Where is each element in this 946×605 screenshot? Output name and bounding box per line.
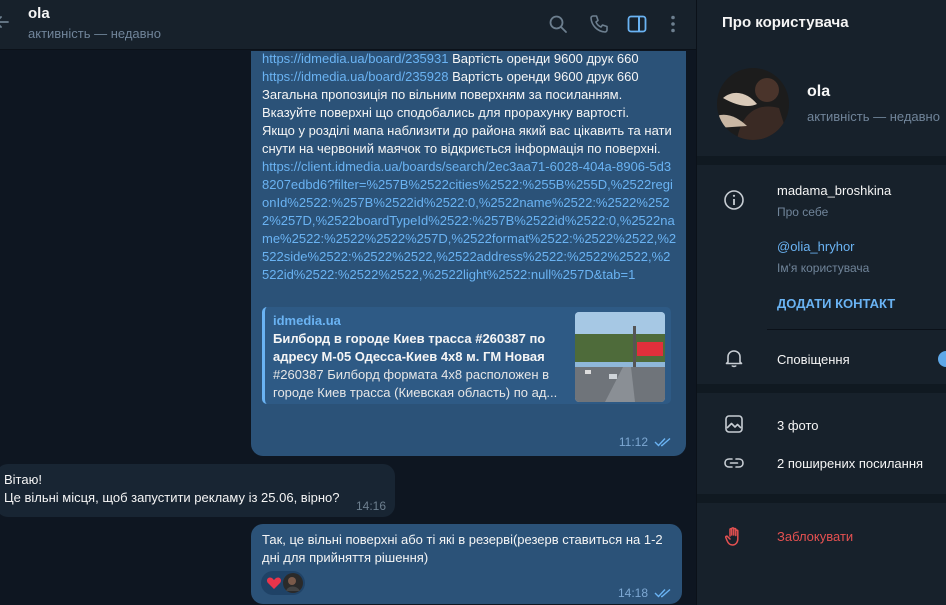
photo-icon (725, 415, 743, 433)
shared-links-count[interactable]: 2 поширених посилання (777, 456, 923, 471)
message-time: 14:16 (355, 499, 386, 513)
chat-status: активність — недавно (28, 26, 161, 41)
notifications-label[interactable]: Сповіщення (777, 352, 850, 367)
bio-label: Про себе (777, 205, 829, 219)
heart-icon (266, 577, 282, 589)
notifications-toggle[interactable] (938, 351, 946, 367)
incoming-message[interactable]: Вітаю! Це вільні місця, щоб запустити ре… (0, 464, 395, 517)
info-icon (724, 190, 744, 210)
hand-stop-icon (724, 527, 739, 546)
sidebar-toggle-icon[interactable] (626, 13, 648, 35)
user-status: активність — недавно (807, 109, 940, 124)
section-divider (697, 494, 946, 503)
row-divider (767, 329, 946, 330)
panel-title: Про користувача (722, 14, 849, 31)
double-check-icon (654, 588, 671, 598)
phone-icon[interactable] (588, 13, 610, 35)
user-info-panel: Про користувача ola активність — недавно… (696, 0, 946, 605)
preview-description: #260387 Билборд формата 4x8 расположен в… (273, 367, 558, 400)
message-list[interactable]: https://idmedia.ua/board/235931 Вартість… (0, 51, 696, 605)
message-text: Вітаю! Це вільні місця, щоб запустити ре… (4, 472, 340, 505)
user-avatar[interactable] (717, 68, 789, 140)
outgoing-message[interactable]: Так, це вільні поверхні або ті які в рез… (251, 524, 682, 604)
username-link[interactable]: @olia_hryhor (777, 239, 855, 254)
double-check-icon (654, 437, 671, 447)
back-arrow-icon[interactable] (0, 12, 14, 32)
message-text: https://idmedia.ua/board/235931 Вартість… (262, 51, 677, 284)
section-divider (697, 384, 946, 393)
block-user-button[interactable]: Заблокувати (777, 529, 853, 544)
user-name: ola (807, 83, 831, 100)
preview-site-name: idmedia.ua (273, 313, 341, 328)
chat-header[interactable]: ola активність — недавно (0, 0, 696, 50)
bell-icon (725, 350, 743, 368)
message-body: Загальна пропозиція по вільним поверхням… (262, 87, 672, 156)
message-line-text: Вартість оренди 9600 друк 660 (448, 51, 639, 66)
message-link[interactable]: https://idmedia.ua/board/235931 (262, 51, 448, 66)
add-contact-button[interactable]: ДОДАТИ КОНТАКТ (777, 296, 895, 311)
section-divider (697, 156, 946, 165)
reaction-badge[interactable] (261, 571, 305, 595)
link-icon (724, 458, 744, 468)
message-text: Так, це вільні поверхні або ті які в рез… (262, 532, 667, 565)
photos-count[interactable]: 3 фото (777, 418, 819, 433)
search-icon[interactable] (547, 13, 569, 35)
message-link[interactable]: https://idmedia.ua/board/235928 (262, 69, 448, 84)
search-link[interactable]: https://client.idmedia.ua/boards/search/… (262, 159, 676, 282)
preview-title: Билборд в городе Киев трасса #260387 по … (273, 331, 546, 364)
username-label: Ім'я користувача (777, 261, 870, 275)
link-preview[interactable]: idmedia.ua Билборд в городе Киев трасса … (262, 307, 671, 404)
message-line-text: Вартість оренди 9600 друк 660 (448, 69, 639, 84)
preview-thumbnail (575, 312, 665, 402)
more-menu-icon[interactable] (662, 13, 684, 35)
message-time: 11:12 (618, 435, 648, 449)
bio-text: madama_broshkina (777, 183, 892, 198)
reactor-avatar (283, 573, 303, 593)
chat-area: ola активність — недавно https://idmedia… (0, 0, 696, 605)
outgoing-message[interactable]: https://idmedia.ua/board/235931 Вартість… (251, 51, 686, 456)
message-time: 14:18 (617, 586, 648, 600)
chat-title[interactable]: ola (28, 5, 50, 22)
